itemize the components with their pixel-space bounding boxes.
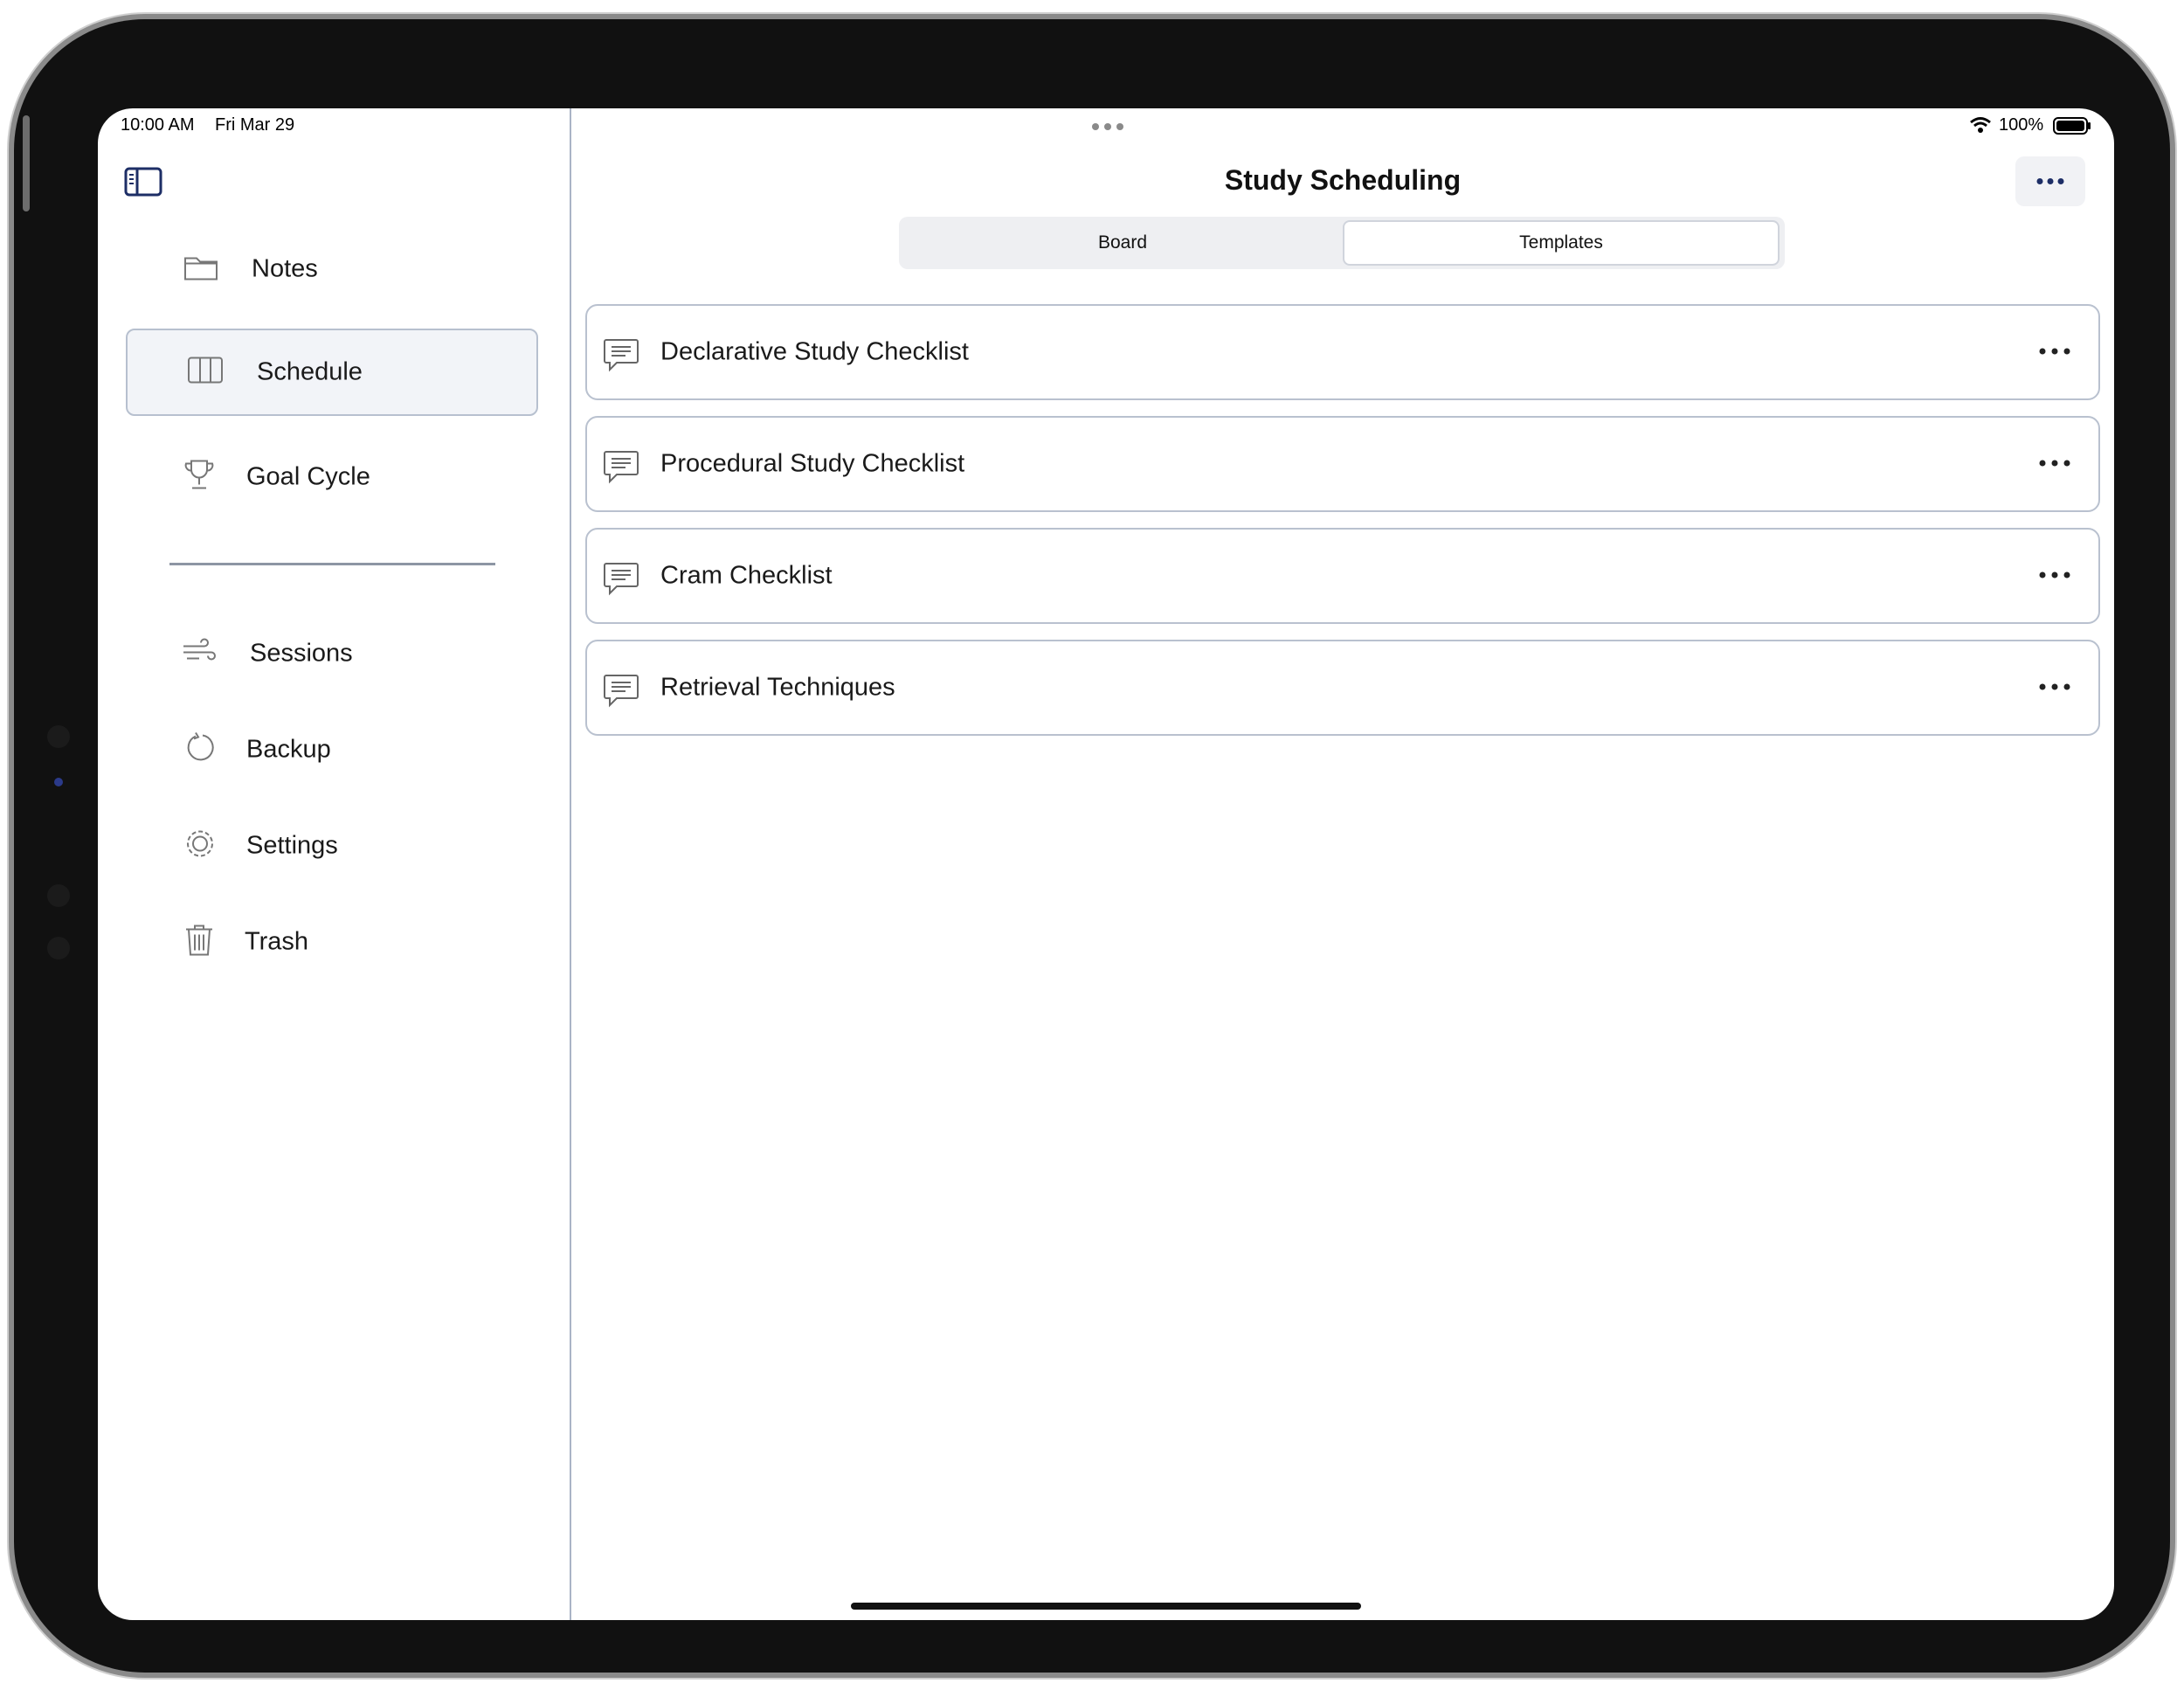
tab-templates[interactable]: Templates — [1343, 220, 1780, 266]
columns-icon — [187, 357, 224, 389]
home-indicator[interactable] — [851, 1603, 1361, 1610]
sidebar-item-label: Notes — [252, 254, 318, 283]
folder-icon — [183, 253, 218, 286]
comment-icon — [603, 449, 639, 488]
camera-dot-4 — [47, 937, 70, 959]
sidebar-item-goal-cycle[interactable]: Goal Cycle — [126, 433, 538, 521]
sidebar-item-label: Goal Cycle — [246, 462, 370, 491]
sidebar-toggle-icon[interactable] — [124, 166, 162, 202]
sidebar-item-label: Trash — [245, 927, 309, 956]
sidebar-item-settings[interactable]: Settings — [126, 802, 538, 890]
row-more-icon[interactable] — [2037, 344, 2072, 360]
sidebar-item-label: Backup — [246, 735, 331, 764]
sidebar: Notes Schedule Goal Cycle Sessions Backu… — [98, 108, 571, 1620]
sidebar-item-backup[interactable]: Backup — [126, 706, 538, 793]
camera-dot — [47, 725, 70, 748]
screen: 10:00 AM Fri Mar 29 100% Notes Schedule … — [98, 108, 2114, 1620]
ellipsis-icon — [2036, 178, 2064, 184]
trophy-icon — [183, 459, 215, 496]
sidebar-item-trash[interactable]: Trash — [126, 898, 538, 986]
segmented-control: Board Templates — [899, 217, 1785, 269]
side-button — [23, 115, 30, 211]
template-label: Declarative Study Checklist — [660, 337, 969, 366]
comment-icon — [603, 673, 639, 712]
template-label: Retrieval Techniques — [660, 673, 895, 702]
sidebar-item-label: Settings — [246, 831, 338, 860]
list-item[interactable]: Cram Checklist — [585, 528, 2100, 624]
row-more-icon[interactable] — [2037, 568, 2072, 584]
template-label: Cram Checklist — [660, 561, 833, 590]
template-label: Procedural Study Checklist — [660, 449, 965, 478]
wind-icon — [182, 638, 217, 670]
gear-icon — [183, 828, 217, 865]
sidebar-item-label: Schedule — [257, 357, 363, 386]
sidebar-divider — [169, 563, 495, 565]
more-options-button[interactable] — [2015, 156, 2085, 206]
sidebar-item-label: Sessions — [250, 639, 353, 668]
main-content: Study Scheduling Board Templates Declara… — [571, 108, 2114, 1620]
row-more-icon[interactable] — [2037, 456, 2072, 472]
row-more-icon[interactable] — [2037, 680, 2072, 696]
comment-icon — [603, 561, 639, 600]
sidebar-item-schedule[interactable]: Schedule — [126, 329, 538, 416]
sidebar-item-sessions[interactable]: Sessions — [126, 610, 538, 697]
list-item[interactable]: Procedural Study Checklist — [585, 416, 2100, 512]
comment-icon — [603, 337, 639, 377]
sidebar-item-notes[interactable]: Notes — [126, 225, 538, 313]
tab-board[interactable]: Board — [904, 220, 1341, 266]
camera-dot-3 — [47, 884, 70, 907]
device-frame: 10:00 AM Fri Mar 29 100% Notes Schedule … — [14, 19, 2170, 1673]
backup-icon — [183, 731, 217, 769]
list-item[interactable]: Retrieval Techniques — [585, 640, 2100, 736]
trash-icon — [183, 923, 215, 962]
list-item[interactable]: Declarative Study Checklist — [585, 304, 2100, 400]
camera-dot-2 — [54, 778, 63, 786]
page-title: Study Scheduling — [1224, 164, 1462, 196]
